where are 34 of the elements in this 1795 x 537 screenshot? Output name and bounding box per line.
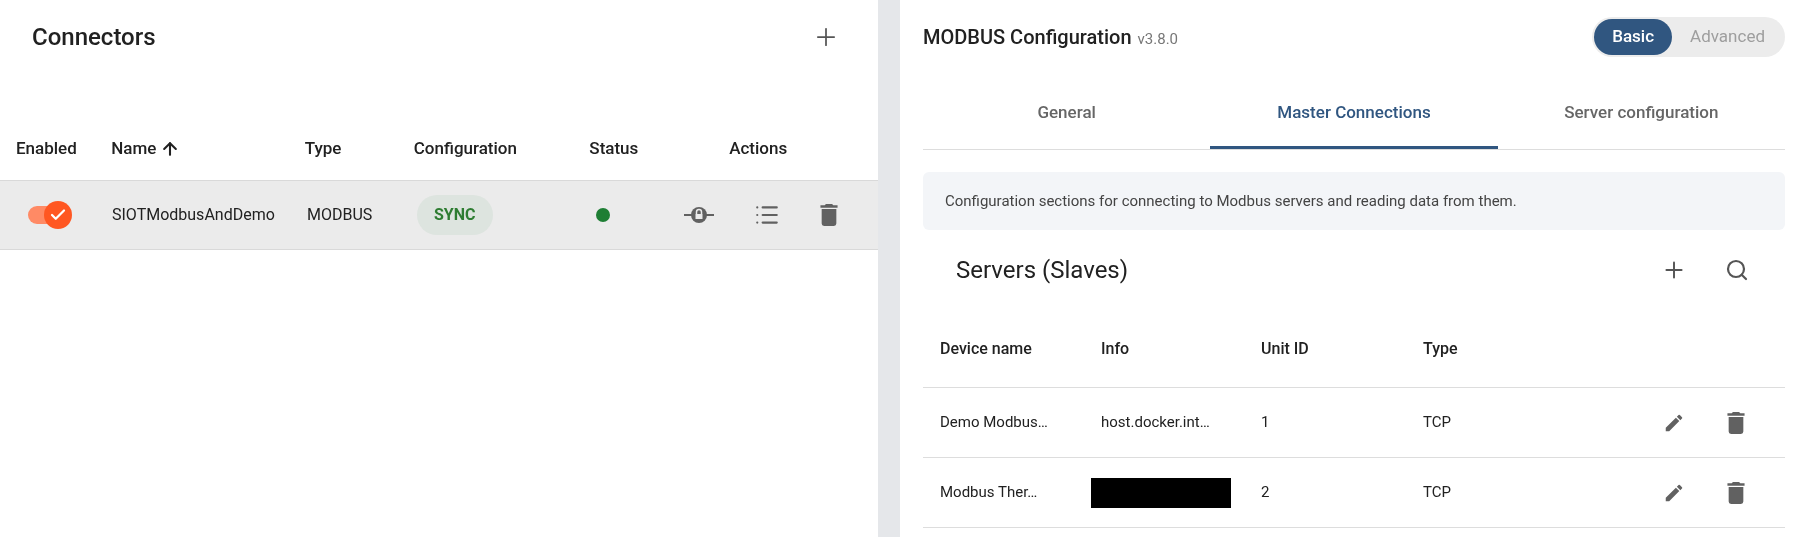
search-icon[interactable] bbox=[1725, 258, 1749, 282]
column-header: Actions bbox=[729, 137, 788, 161]
column-header: Type bbox=[304, 137, 342, 161]
table-cell-text: Modbus Ther… bbox=[940, 482, 1039, 504]
tab[interactable]: General bbox=[923, 80, 1211, 149]
column-header: Status bbox=[589, 137, 639, 161]
column-header: Unit ID bbox=[1261, 337, 1310, 360]
delete-icon[interactable] bbox=[820, 204, 838, 226]
column-header: Configuration bbox=[413, 137, 517, 161]
table-cell-text: MODBUS bbox=[307, 204, 374, 226]
tab[interactable]: Master Connections bbox=[1210, 80, 1498, 149]
status-chip: SYNC bbox=[417, 195, 493, 235]
mode-toggle[interactable]: Basic bbox=[1594, 19, 1673, 55]
table-cell-text: Demo Modbus… bbox=[940, 412, 1049, 434]
lock-icon[interactable] bbox=[684, 204, 714, 226]
config-title: MODBUS Configuration bbox=[923, 24, 1132, 51]
column-header: Device name bbox=[940, 337, 1033, 360]
table-cell-text: 1 bbox=[1261, 412, 1271, 434]
table-cell-text: SIOTModbusAndDemo bbox=[112, 204, 276, 226]
section-title: Servers (Slaves) bbox=[956, 255, 1129, 286]
column-header[interactable]: Name bbox=[111, 136, 157, 162]
table-cell-text: 2 bbox=[1261, 482, 1271, 504]
table-cell-text: TCP bbox=[1423, 482, 1452, 504]
table-cell-text: TCP bbox=[1423, 412, 1452, 434]
info-text: Configuration sections for connecting to Modbus servers and reading data from them. bbox=[945, 190, 1517, 212]
delete-icon[interactable] bbox=[1727, 411, 1745, 434]
version-label: v3.8.0 bbox=[1137, 29, 1178, 50]
column-header: Enabled bbox=[16, 137, 77, 161]
tab[interactable]: Server configuration bbox=[1497, 80, 1785, 149]
delete-icon[interactable] bbox=[1727, 481, 1745, 504]
column-header: Type bbox=[1423, 337, 1459, 360]
panel-title: Connectors bbox=[32, 22, 156, 53]
column-header: Info bbox=[1101, 337, 1131, 360]
table-cell: host.docker.int… bbox=[1101, 413, 1210, 432]
